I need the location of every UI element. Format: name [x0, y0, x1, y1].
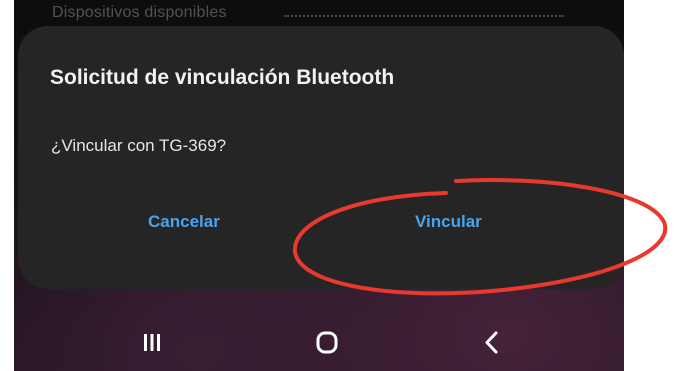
home-button[interactable] — [307, 324, 347, 360]
dialog-title: Solicitud de vinculación Bluetooth — [50, 66, 395, 89]
back-icon — [485, 331, 498, 354]
recent-apps-button[interactable] — [132, 324, 172, 360]
bluetooth-pairing-dialog: Solicitud de vinculación Bluetooth ¿Vinc… — [18, 26, 624, 289]
scanning-indicator — [284, 15, 564, 17]
recent-apps-icon — [144, 334, 160, 351]
dialog-message: ¿Vincular con TG-369? — [51, 136, 227, 155]
cancel-button[interactable]: Cancelar — [148, 212, 220, 232]
home-icon — [316, 331, 338, 354]
available-devices-header: Dispositivos disponibles — [52, 4, 227, 21]
navigation-bar — [14, 310, 624, 371]
pair-button[interactable]: Vincular — [415, 212, 482, 232]
phone-screen: Dispositivos disponibles Solicitud de vi… — [14, 0, 624, 371]
back-button[interactable] — [472, 324, 512, 360]
